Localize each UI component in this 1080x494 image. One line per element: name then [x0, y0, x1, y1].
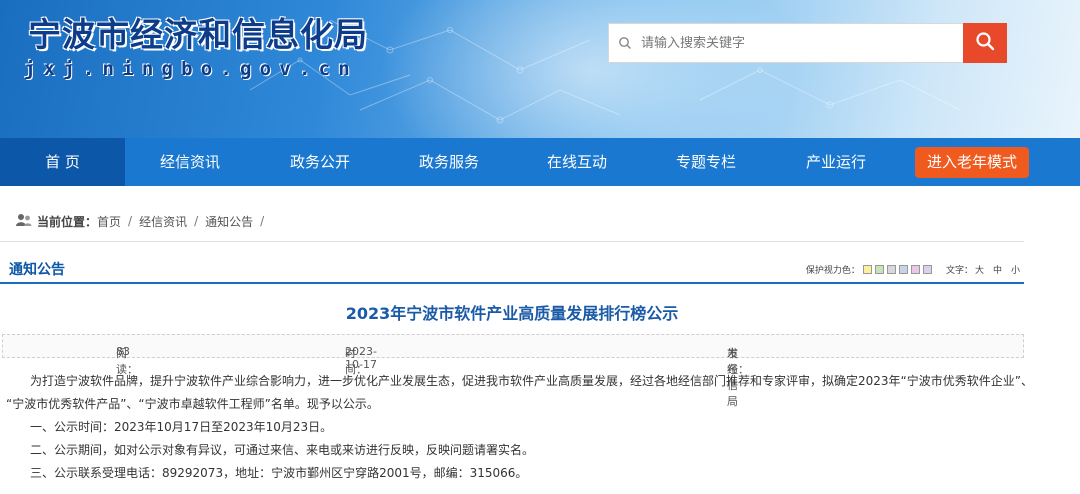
section-title: 通知公告 — [9, 262, 65, 278]
eye-color-swatch[interactable] — [886, 265, 896, 274]
publish-date: 2023-10-17 — [345, 345, 377, 371]
nav-item-services[interactable]: 政务服务 — [385, 138, 513, 186]
breadcrumb-divider — [0, 241, 1024, 242]
breadcrumb: 当前位置： 首页 / 经信资讯 / 通知公告 / — [16, 212, 271, 230]
search-box — [608, 23, 964, 63]
article-meta: 阅读： 83 时间： 2023-10-17 发布： 市经信局 — [2, 334, 1024, 408]
article-paragraph: 为打造宁波软件品牌，提升宁波软件产业综合影响力，进一步优化产业发展生态，促进我市… — [6, 374, 1033, 388]
breadcrumb-separator: / — [260, 214, 265, 228]
eye-color-swatch[interactable] — [862, 265, 872, 274]
site-header: 宁波市经济和信息化局 jxj.ningbo.gov.cn — [0, 0, 1080, 138]
elder-mode-button[interactable]: 进入老年模式 — [915, 147, 1029, 178]
breadcrumb-separator: / — [128, 214, 133, 228]
eye-color-swatch[interactable] — [874, 265, 884, 274]
breadcrumb-label: 当前位置： — [37, 214, 98, 229]
article-body: 为打造宁波软件品牌，提升宁波软件产业综合影响力，进一步优化产业发展生态，促进我市… — [6, 370, 1033, 485]
reading-tools: 保护视力色： 文字： 大 中 小 — [806, 263, 1024, 276]
nav-item-home[interactable]: 首 页 — [0, 138, 125, 186]
font-size-small[interactable]: 小 — [1011, 263, 1020, 276]
breadcrumb-separator: / — [194, 214, 199, 228]
article-paragraph: 一、公示时间：2023年10月17日至2023年10月23日。 — [6, 420, 333, 434]
font-size-label: 文字： — [945, 266, 973, 276]
eye-color-swatch[interactable] — [910, 265, 920, 274]
eye-color-swatch[interactable] — [898, 265, 908, 274]
search-button[interactable] — [963, 23, 1007, 63]
search-input[interactable] — [641, 25, 951, 61]
location-icon — [16, 213, 32, 230]
breadcrumb-notices[interactable]: 通知公告 — [205, 213, 253, 230]
breadcrumb-home[interactable]: 首页 — [97, 213, 121, 230]
nav-item-public-affairs[interactable]: 政务公开 — [255, 138, 385, 186]
font-size-large[interactable]: 大 — [975, 263, 984, 276]
article-paragraph: 三、公示联系受理电话：89292073，地址：宁波市鄞州区宁穿路2001号，邮编… — [6, 466, 528, 480]
font-size-medium[interactable]: 中 — [993, 263, 1002, 276]
article-title: 2023年宁波市软件产业高质量发展排行榜公示 — [345, 304, 679, 323]
eye-color-swatch[interactable] — [922, 265, 932, 274]
notice-bar: 通知公告 保护视力色： 文字： 大 中 小 — [0, 256, 1024, 284]
article-paragraph: 二、公示期间，如对公示对象有异议，可通过来信、来电或来访进行反映，反映问题请署实… — [6, 443, 535, 457]
nav-item-industry[interactable]: 产业运行 — [771, 138, 901, 186]
site-domain: jxj.ningbo.gov.cn — [24, 58, 358, 80]
site-title[interactable]: 宁波市经济和信息化局 — [28, 8, 368, 56]
breadcrumb-news[interactable]: 经信资讯 — [139, 213, 187, 230]
views-count: 83 — [116, 345, 130, 358]
nav-item-news[interactable]: 经信资讯 — [125, 138, 255, 186]
nav-item-interaction[interactable]: 在线互动 — [513, 138, 641, 186]
nav-item-topics[interactable]: 专题专栏 — [641, 138, 771, 186]
search-icon — [609, 24, 641, 62]
article-paragraph: “宁波市优秀软件产品”、“宁波市卓越软件工程师”名单。现予以公示。 — [6, 397, 379, 411]
eye-protection-label: 保护视力色： — [805, 266, 860, 276]
magnifier-icon — [975, 31, 995, 55]
